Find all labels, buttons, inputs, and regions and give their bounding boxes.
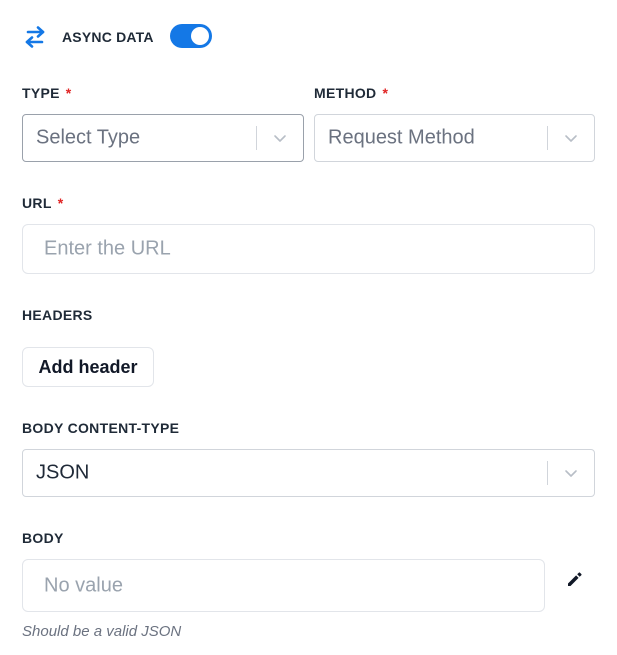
body-content-type-select[interactable]: JSON [22,449,595,497]
url-label-text: URL [22,195,52,211]
pencil-icon[interactable] [566,571,583,588]
chevron-down-icon[interactable] [564,466,578,480]
body-input-placeholder: No value [44,574,123,596]
method-label: METHOD * [314,85,388,101]
select-separator [256,126,257,150]
body-hint: Should be a valid JSON [22,623,182,640]
type-select[interactable]: Select Type [22,114,304,162]
body-content-type-label: BODY CONTENT-TYPE [22,420,180,436]
required-mark: * [57,195,64,211]
method-select-placeholder: Request Method [328,126,475,149]
select-separator [547,461,548,485]
method-select[interactable]: Request Method [314,114,595,162]
add-header-button[interactable]: Add header [22,347,154,387]
url-label: URL * [22,195,63,211]
select-separator [547,126,548,150]
url-input[interactable]: Enter the URL [22,224,595,274]
type-label-text: TYPE [22,85,60,101]
body-label: BODY [22,530,64,546]
required-mark: * [65,85,72,101]
body-input[interactable]: No value [22,559,545,612]
url-input-placeholder: Enter the URL [44,237,171,260]
chevron-down-icon[interactable] [564,131,578,145]
toggle-knob [191,27,209,45]
async-data-title: ASYNC DATA [62,29,154,45]
method-label-text: METHOD [314,85,377,101]
type-label: TYPE * [22,85,72,101]
chevron-down-icon[interactable] [273,131,287,145]
async-data-toggle[interactable] [170,24,212,48]
headers-label: HEADERS [22,307,93,323]
body-content-type-value: JSON [36,461,90,484]
arrows-swap-icon [22,24,48,50]
required-mark: * [382,85,389,101]
type-select-placeholder: Select Type [36,126,141,149]
